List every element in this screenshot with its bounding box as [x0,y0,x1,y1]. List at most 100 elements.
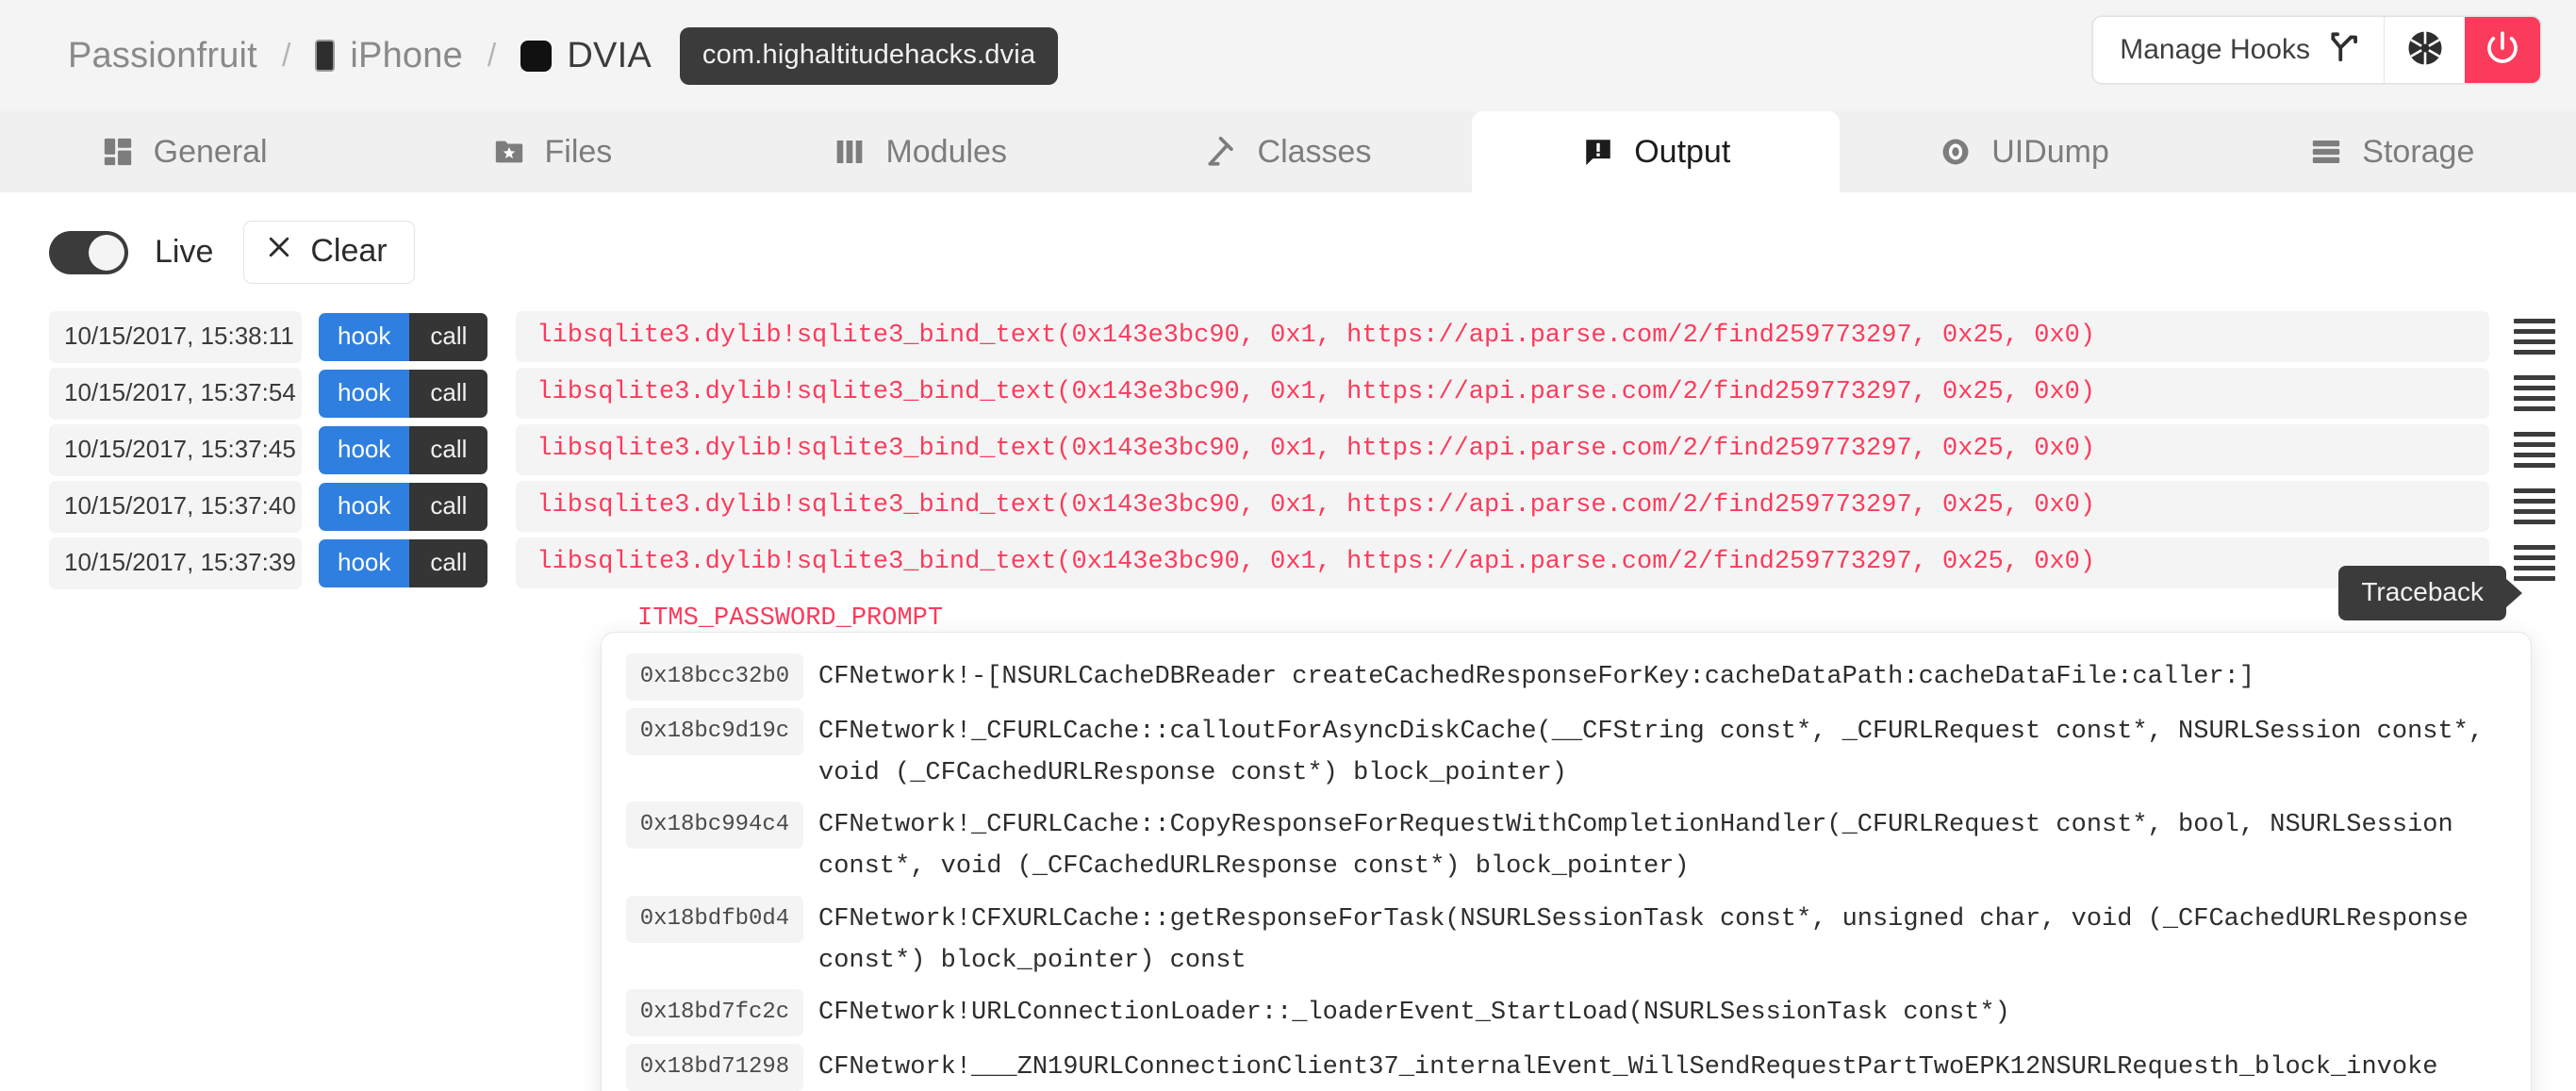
clear-button[interactable]: Clear [243,221,414,284]
log-tag-call: call [409,426,487,474]
log-tags: hook call [319,313,487,361]
log-timestamp [49,608,302,631]
breadcrumb: Passionfruit / iPhone / DVIA com.highalt… [68,27,1058,85]
breadcrumb-target-label: DVIA [567,36,652,76]
alert-bubble-icon [1581,135,1615,169]
log-message: libsqlite3.dylib!sqlite3_bind_text(0x143… [516,424,2489,475]
power-icon [2483,28,2522,73]
tab-uidump-label: UIDump [1991,134,2109,171]
log-timestamp: 10/15/2017, 15:38:11 [49,311,302,363]
hamburger-icon[interactable] [2514,488,2555,524]
tab-storage[interactable]: Storage [2208,111,2576,192]
log-tag-hook: hook [319,483,409,531]
log-tag-hook: hook [319,313,409,361]
traceback-tooltip: Traceback [2338,566,2506,620]
tab-general[interactable]: General [0,111,368,192]
log-timestamp: 10/15/2017, 15:37:39 [49,537,302,589]
log-row[interactable]: 10/15/2017, 15:37:39 hook call libsqlite… [49,535,2576,591]
frame-address: 0x18bcc32b0 [626,653,803,701]
frame-symbol: CFNetwork!___ZN19URLConnectionClient37_i… [818,1044,2437,1089]
output-panel: Live Clear 10/15/2017, 15:38:11 hook cal… [0,192,2576,1091]
traceback-frame[interactable]: 0x18bd71298 CFNetwork!___ZN19URLConnecti… [626,1044,2504,1091]
log-row[interactable]: 10/15/2017, 15:37:45 hook call libsqlite… [49,422,2576,478]
traceback-frame[interactable]: 0x18bcc32b0 CFNetwork!-[NSURLCacheDBRead… [626,653,2504,701]
log-timestamp: 10/15/2017, 15:37:54 [49,368,302,420]
iphone-icon [315,40,335,72]
frame-symbol: CFNetwork!-[NSURLCacheDBReader createCac… [818,653,2254,699]
live-label: Live [155,234,213,271]
breadcrumb-separator: / [282,38,290,74]
log-tag-hook: hook [319,426,409,474]
tab-bar: General Files Modules Classes [0,111,2576,192]
frame-symbol: CFNetwork!_CFURLCache::CopyResponseForRe… [818,802,2504,887]
snapshot-button[interactable] [2384,17,2465,83]
frame-address: 0x18bdfb0d4 [626,896,803,943]
log-tag-hook: hook [319,370,409,418]
hamburger-icon[interactable] [2514,545,2555,581]
frame-symbol: CFNetwork!URLConnectionLoader::_loaderEv… [818,989,2010,1034]
log-tags: hook call [319,370,487,418]
aperture-icon [2405,28,2445,73]
log-row[interactable]: 10/15/2017, 15:37:40 hook call libsqlite… [49,478,2576,535]
tab-files-label: Files [545,134,613,171]
log-message: libsqlite3.dylib!sqlite3_bind_text(0x143… [516,537,2489,588]
live-toggle[interactable] [49,231,128,274]
log-tag-call: call [409,313,487,361]
top-bar: Passionfruit / iPhone / DVIA com.highalt… [0,0,2576,111]
traceback-frame[interactable]: 0x18bdfb0d4 CFNetwork!CFXURLCache::getRe… [626,896,2504,982]
log-list: 10/15/2017, 15:38:11 hook call libsqlite… [0,308,2576,648]
log-tag-hook: hook [319,539,409,587]
log-message: libsqlite3.dylib!sqlite3_bind_text(0x143… [516,368,2489,419]
log-row[interactable]: 10/15/2017, 15:37:54 hook call libsqlite… [49,365,2576,422]
traceback-panel[interactable]: 0x18bcc32b0 CFNetwork!-[NSURLCacheDBRead… [601,632,2532,1091]
power-button[interactable] [2465,17,2540,83]
tab-classes-label: Classes [1258,134,1372,171]
frame-address: 0x18bd7fc2c [626,989,803,1036]
tab-output-label: Output [1634,134,1730,171]
manage-hooks-label: Manage Hooks [2120,34,2310,66]
grid-icon [833,135,867,169]
log-row[interactable]: 10/15/2017, 15:38:11 hook call libsqlite… [49,308,2576,365]
log-message: libsqlite3.dylib!sqlite3_bind_text(0x143… [516,481,2489,532]
clear-label: Clear [310,233,387,270]
output-toolbar: Live Clear [0,192,2576,308]
hamburger-icon[interactable] [2514,432,2555,468]
log-tags: hook call [319,539,487,587]
traceback-frame[interactable]: 0x18bc994c4 CFNetwork!_CFURLCache::CopyR… [626,802,2504,887]
hamburger-icon[interactable] [2514,319,2555,355]
traceback-frame[interactable]: 0x18bc9d19c CFNetwork!_CFURLCache::callo… [626,708,2504,794]
log-timestamp: 10/15/2017, 15:37:40 [49,481,302,533]
dashboard-icon [101,135,135,169]
folder-star-icon [492,135,526,169]
close-x-icon [265,233,293,270]
bundle-id-badge: com.highaltitudehacks.dvia [680,27,1058,85]
traceback-tooltip-label: Traceback [2361,577,2484,606]
tab-general-label: General [154,134,268,171]
breadcrumb-item-app[interactable]: Passionfruit [68,36,257,76]
tab-files[interactable]: Files [368,111,735,192]
log-tag-call: call [409,539,487,587]
breadcrumb-item-device[interactable]: iPhone [315,36,463,76]
log-timestamp: 10/15/2017, 15:37:45 [49,424,302,476]
breadcrumb-separator-2: / [487,38,496,74]
log-tags: hook call [319,483,487,531]
database-icon [2309,135,2343,169]
manage-hooks-button[interactable]: Manage Hooks [2093,17,2384,83]
live-toggle-knob [89,235,124,271]
app-icon [520,41,552,72]
tab-output[interactable]: Output [1472,111,1840,192]
tab-modules[interactable]: Modules [736,111,1104,192]
traceback-frame[interactable]: 0x18bd7fc2c CFNetwork!URLConnectionLoade… [626,989,2504,1036]
gavel-icon [1205,135,1239,169]
eye-icon [1939,135,1973,169]
log-tag-call: call [409,483,487,531]
tab-uidump[interactable]: UIDump [1840,111,2207,192]
branch-fork-icon [2327,28,2363,72]
hamburger-icon[interactable] [2514,375,2555,411]
breadcrumb-item-target[interactable]: DVIA [520,36,652,76]
tab-storage-label: Storage [2362,134,2474,171]
tab-classes[interactable]: Classes [1104,111,1472,192]
log-tag-call: call [409,370,487,418]
breadcrumb-device-label: iPhone [350,36,463,76]
tab-modules-label: Modules [885,134,1007,171]
